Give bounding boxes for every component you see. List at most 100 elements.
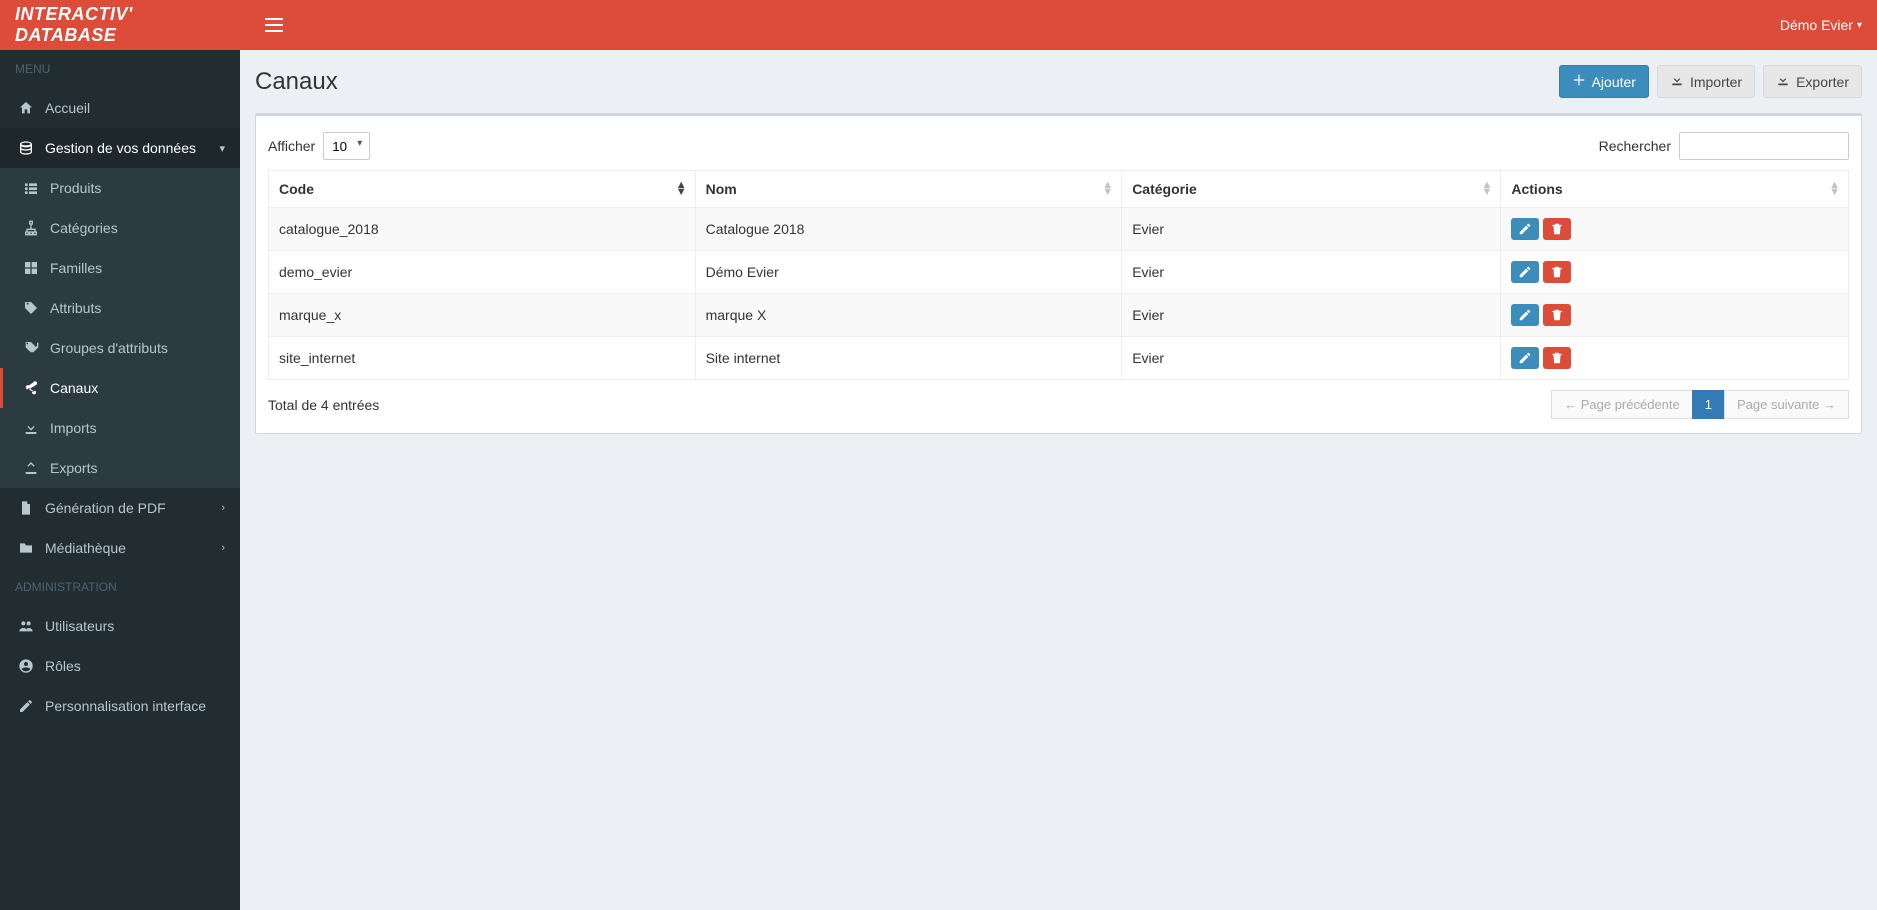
cell-code: catalogue_2018 — [269, 208, 696, 251]
cell-actions — [1501, 294, 1849, 337]
main-content: Canaux Ajouter Importer Exporter — [240, 50, 1877, 910]
pencil-icon — [1518, 265, 1532, 279]
trash-icon — [1550, 308, 1564, 322]
sidebar-item-imports[interactable]: Imports — [0, 408, 240, 448]
sidebar: MENU Accueil Gestion de vos données ▾ Pr… — [0, 50, 240, 910]
delete-button[interactable] — [1543, 304, 1571, 326]
sidebar-section-administration: ADMINISTRATION — [0, 568, 240, 606]
sidebar-item-familles[interactable]: Familles — [0, 248, 240, 288]
sidebar-item-attributs[interactable]: Attributs — [0, 288, 240, 328]
database-icon — [15, 140, 37, 156]
pencil-icon — [1518, 351, 1532, 365]
cell-nom: Site internet — [695, 337, 1122, 380]
grid-icon — [20, 260, 42, 276]
download-icon — [1776, 73, 1790, 90]
search-label: Rechercher — [1599, 138, 1671, 154]
pagination: ← Page précédente 1 Page suivante → — [1552, 390, 1849, 419]
chevron-down-icon: ▾ — [1857, 20, 1862, 31]
cell-code: marque_x — [269, 294, 696, 337]
edit-icon — [15, 698, 37, 714]
sort-icon: ▲▼ — [1481, 182, 1492, 196]
plus-icon — [1572, 73, 1586, 90]
cell-actions — [1501, 251, 1849, 294]
chevron-right-icon: › — [221, 502, 225, 514]
sidebar-item-label: Groupes d'attributs — [50, 340, 225, 356]
export-button-label: Exporter — [1796, 74, 1849, 90]
cell-actions — [1501, 337, 1849, 380]
upload-icon — [20, 460, 42, 476]
sidebar-item-label: Utilisateurs — [45, 618, 225, 634]
cell-categorie: Evier — [1122, 294, 1501, 337]
table-row: marque_xmarque XEvier — [269, 294, 1849, 337]
sort-icon: ▲▼ — [1829, 182, 1840, 196]
cell-categorie: Evier — [1122, 208, 1501, 251]
nav-toggle-icon[interactable] — [255, 14, 293, 36]
delete-button[interactable] — [1543, 261, 1571, 283]
delete-button[interactable] — [1543, 218, 1571, 240]
sidebar-item-label: Médiathèque — [45, 540, 221, 556]
edit-button[interactable] — [1511, 304, 1539, 326]
sidebar-item-personnalisation[interactable]: Personnalisation interface — [0, 686, 240, 726]
import-button[interactable]: Importer — [1657, 65, 1755, 98]
folder-icon — [15, 540, 37, 556]
list-icon — [20, 180, 42, 196]
download-icon — [20, 420, 42, 436]
import-button-label: Importer — [1690, 74, 1742, 90]
cell-categorie: Evier — [1122, 251, 1501, 294]
sidebar-item-roles[interactable]: Rôles — [0, 646, 240, 686]
sidebar-item-accueil[interactable]: Accueil — [0, 88, 240, 128]
search-input[interactable] — [1679, 132, 1849, 160]
sidebar-item-label: Exports — [50, 460, 225, 476]
export-button[interactable]: Exporter — [1763, 65, 1862, 98]
delete-button[interactable] — [1543, 347, 1571, 369]
pagination-next[interactable]: Page suivante → — [1724, 390, 1849, 419]
add-button-label: Ajouter — [1592, 74, 1636, 90]
channels-table: Code ▲▼ Nom ▲▼ Catégorie ▲▼ Actions — [268, 170, 1849, 380]
col-header-actions: Actions ▲▼ — [1501, 171, 1849, 208]
sidebar-item-canaux[interactable]: Canaux — [0, 368, 240, 408]
col-header-code[interactable]: Code ▲▼ — [269, 171, 696, 208]
sidebar-item-mediatheque[interactable]: Médiathèque › — [0, 528, 240, 568]
sidebar-item-label: Familles — [50, 260, 225, 276]
user-menu[interactable]: Démo Evier ▾ — [1780, 17, 1862, 33]
file-icon — [15, 500, 37, 516]
sidebar-item-generation-pdf[interactable]: Génération de PDF › — [0, 488, 240, 528]
table-info: Total de 4 entrées — [268, 397, 379, 413]
pagination-prev[interactable]: ← Page précédente — [1551, 390, 1693, 419]
add-button[interactable]: Ajouter — [1559, 65, 1649, 98]
sidebar-item-produits[interactable]: Produits — [0, 168, 240, 208]
trash-icon — [1550, 265, 1564, 279]
tag-icon — [20, 300, 42, 316]
sidebar-item-label: Canaux — [50, 380, 225, 396]
cell-categorie: Evier — [1122, 337, 1501, 380]
edit-button[interactable] — [1511, 347, 1539, 369]
edit-button[interactable] — [1511, 261, 1539, 283]
col-header-categorie[interactable]: Catégorie ▲▼ — [1122, 171, 1501, 208]
page-length-select[interactable]: 10 — [323, 132, 370, 160]
cell-nom: Catalogue 2018 — [695, 208, 1122, 251]
trash-icon — [1550, 222, 1564, 236]
sort-icon: ▲▼ — [1102, 182, 1113, 196]
cell-code: demo_evier — [269, 251, 696, 294]
sidebar-item-label: Accueil — [45, 100, 225, 116]
data-panel: Afficher 10 Rechercher Code — [255, 113, 1862, 434]
download-icon — [1670, 73, 1684, 90]
sidebar-item-groupes-attributs[interactable]: Groupes d'attributs — [0, 328, 240, 368]
sidebar-item-gestion-donnees[interactable]: Gestion de vos données ▾ — [0, 128, 240, 168]
chevron-down-icon: ▾ — [219, 142, 225, 155]
pagination-page-1[interactable]: 1 — [1692, 390, 1725, 419]
cell-nom: Démo Evier — [695, 251, 1122, 294]
sidebar-item-exports[interactable]: Exports — [0, 448, 240, 488]
cell-nom: marque X — [695, 294, 1122, 337]
col-header-nom[interactable]: Nom ▲▼ — [695, 171, 1122, 208]
sidebar-item-label: Imports — [50, 420, 225, 436]
user-circle-icon — [15, 658, 37, 674]
trash-icon — [1550, 351, 1564, 365]
brand-logo: INTERACTIV' DATABASE — [0, 0, 240, 50]
sidebar-item-utilisateurs[interactable]: Utilisateurs — [0, 606, 240, 646]
edit-button[interactable] — [1511, 218, 1539, 240]
sidebar-item-label: Gestion de vos données — [45, 140, 219, 156]
sidebar-item-label: Attributs — [50, 300, 225, 316]
sidebar-item-categories[interactable]: Catégories — [0, 208, 240, 248]
chevron-right-icon: › — [221, 542, 225, 554]
